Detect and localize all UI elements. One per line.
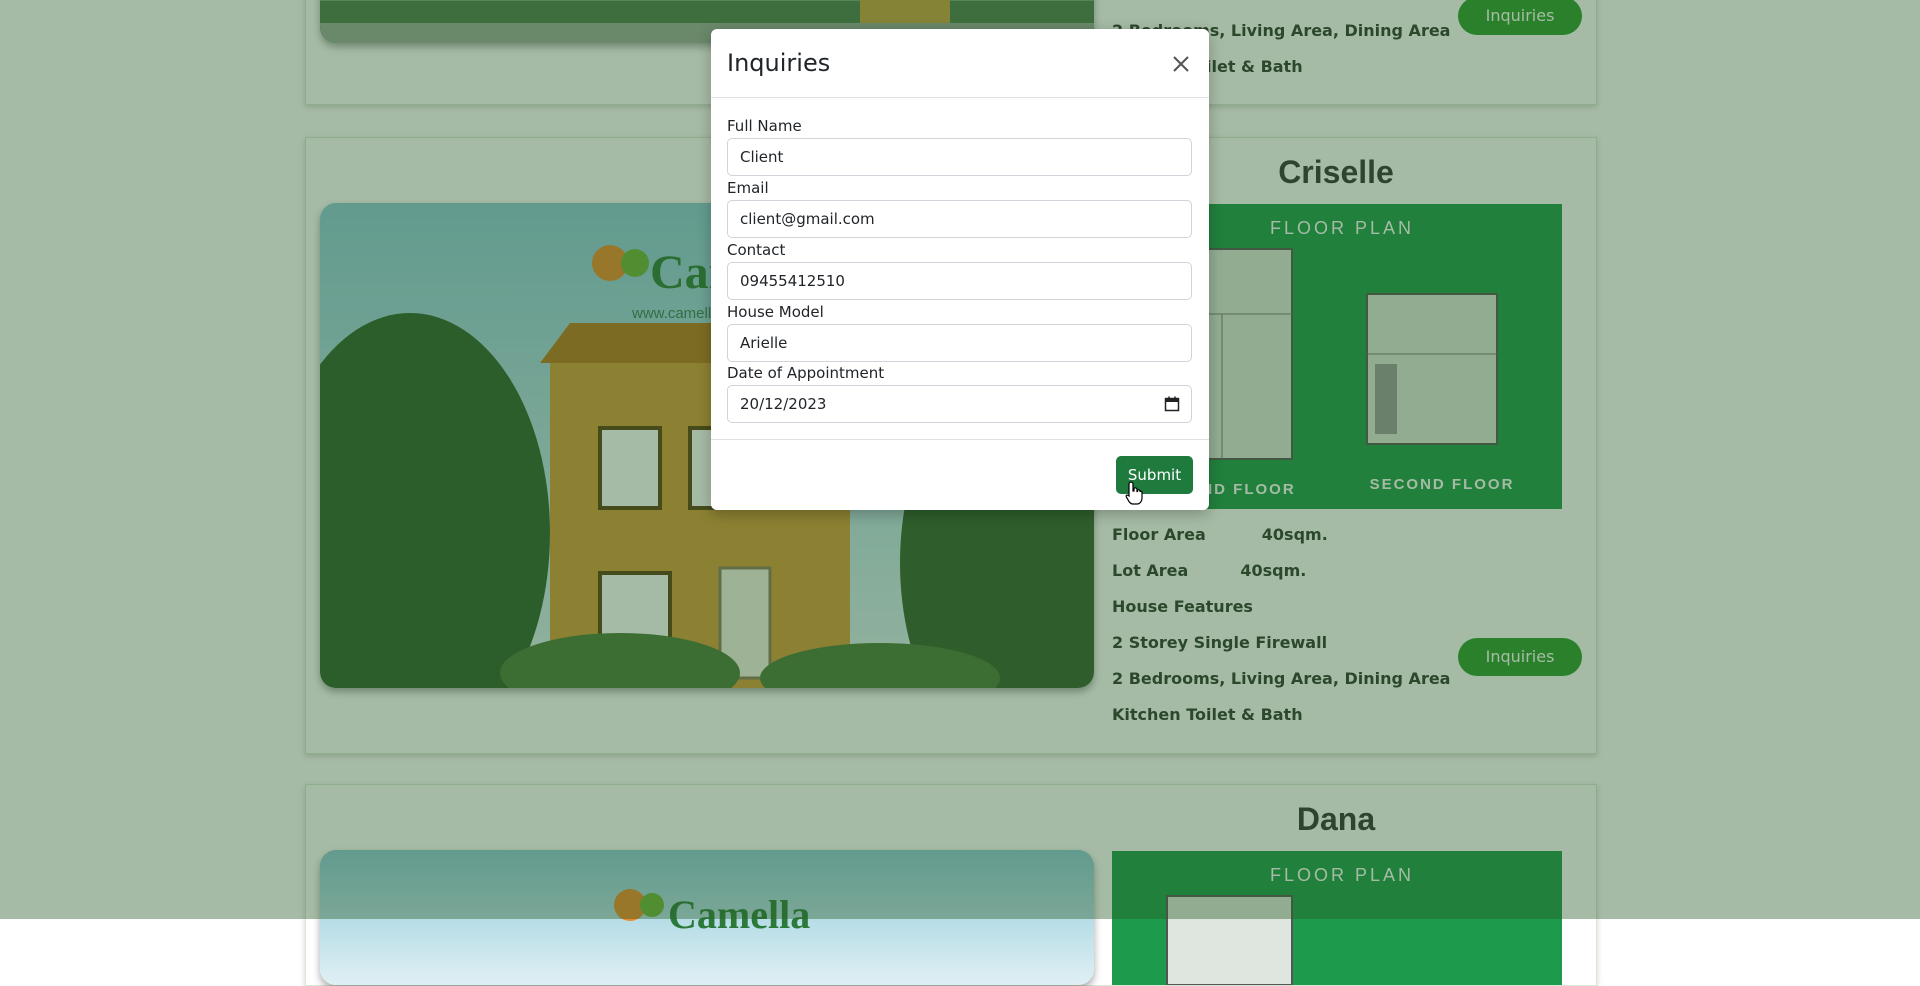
appointment-date-value: 20/12/2023 [740, 395, 827, 413]
cursor-hand-icon [1125, 481, 1143, 505]
listing-page: 2 Bedrooms, Living Area, Dining Area Kit… [0, 0, 1920, 986]
email-input[interactable] [727, 200, 1192, 238]
appointment-date-label: Date of Appointment [727, 364, 885, 382]
close-icon [1173, 56, 1189, 72]
house-model-label: House Model [727, 303, 824, 321]
modal-header: Inquiries [711, 29, 1209, 98]
email-label: Email [727, 179, 769, 197]
appointment-date-input[interactable]: 20/12/2023 [727, 385, 1192, 423]
inquiries-modal: Inquiries Full Name Email Contact House … [711, 29, 1209, 510]
contact-label: Contact [727, 241, 786, 259]
full-name-input[interactable] [727, 138, 1192, 176]
close-button[interactable] [1167, 50, 1195, 78]
contact-input[interactable] [727, 262, 1192, 300]
house-model-input[interactable] [727, 324, 1192, 362]
calendar-icon[interactable] [1164, 396, 1180, 412]
full-name-label: Full Name [727, 117, 802, 135]
modal-title: Inquiries [727, 49, 831, 77]
